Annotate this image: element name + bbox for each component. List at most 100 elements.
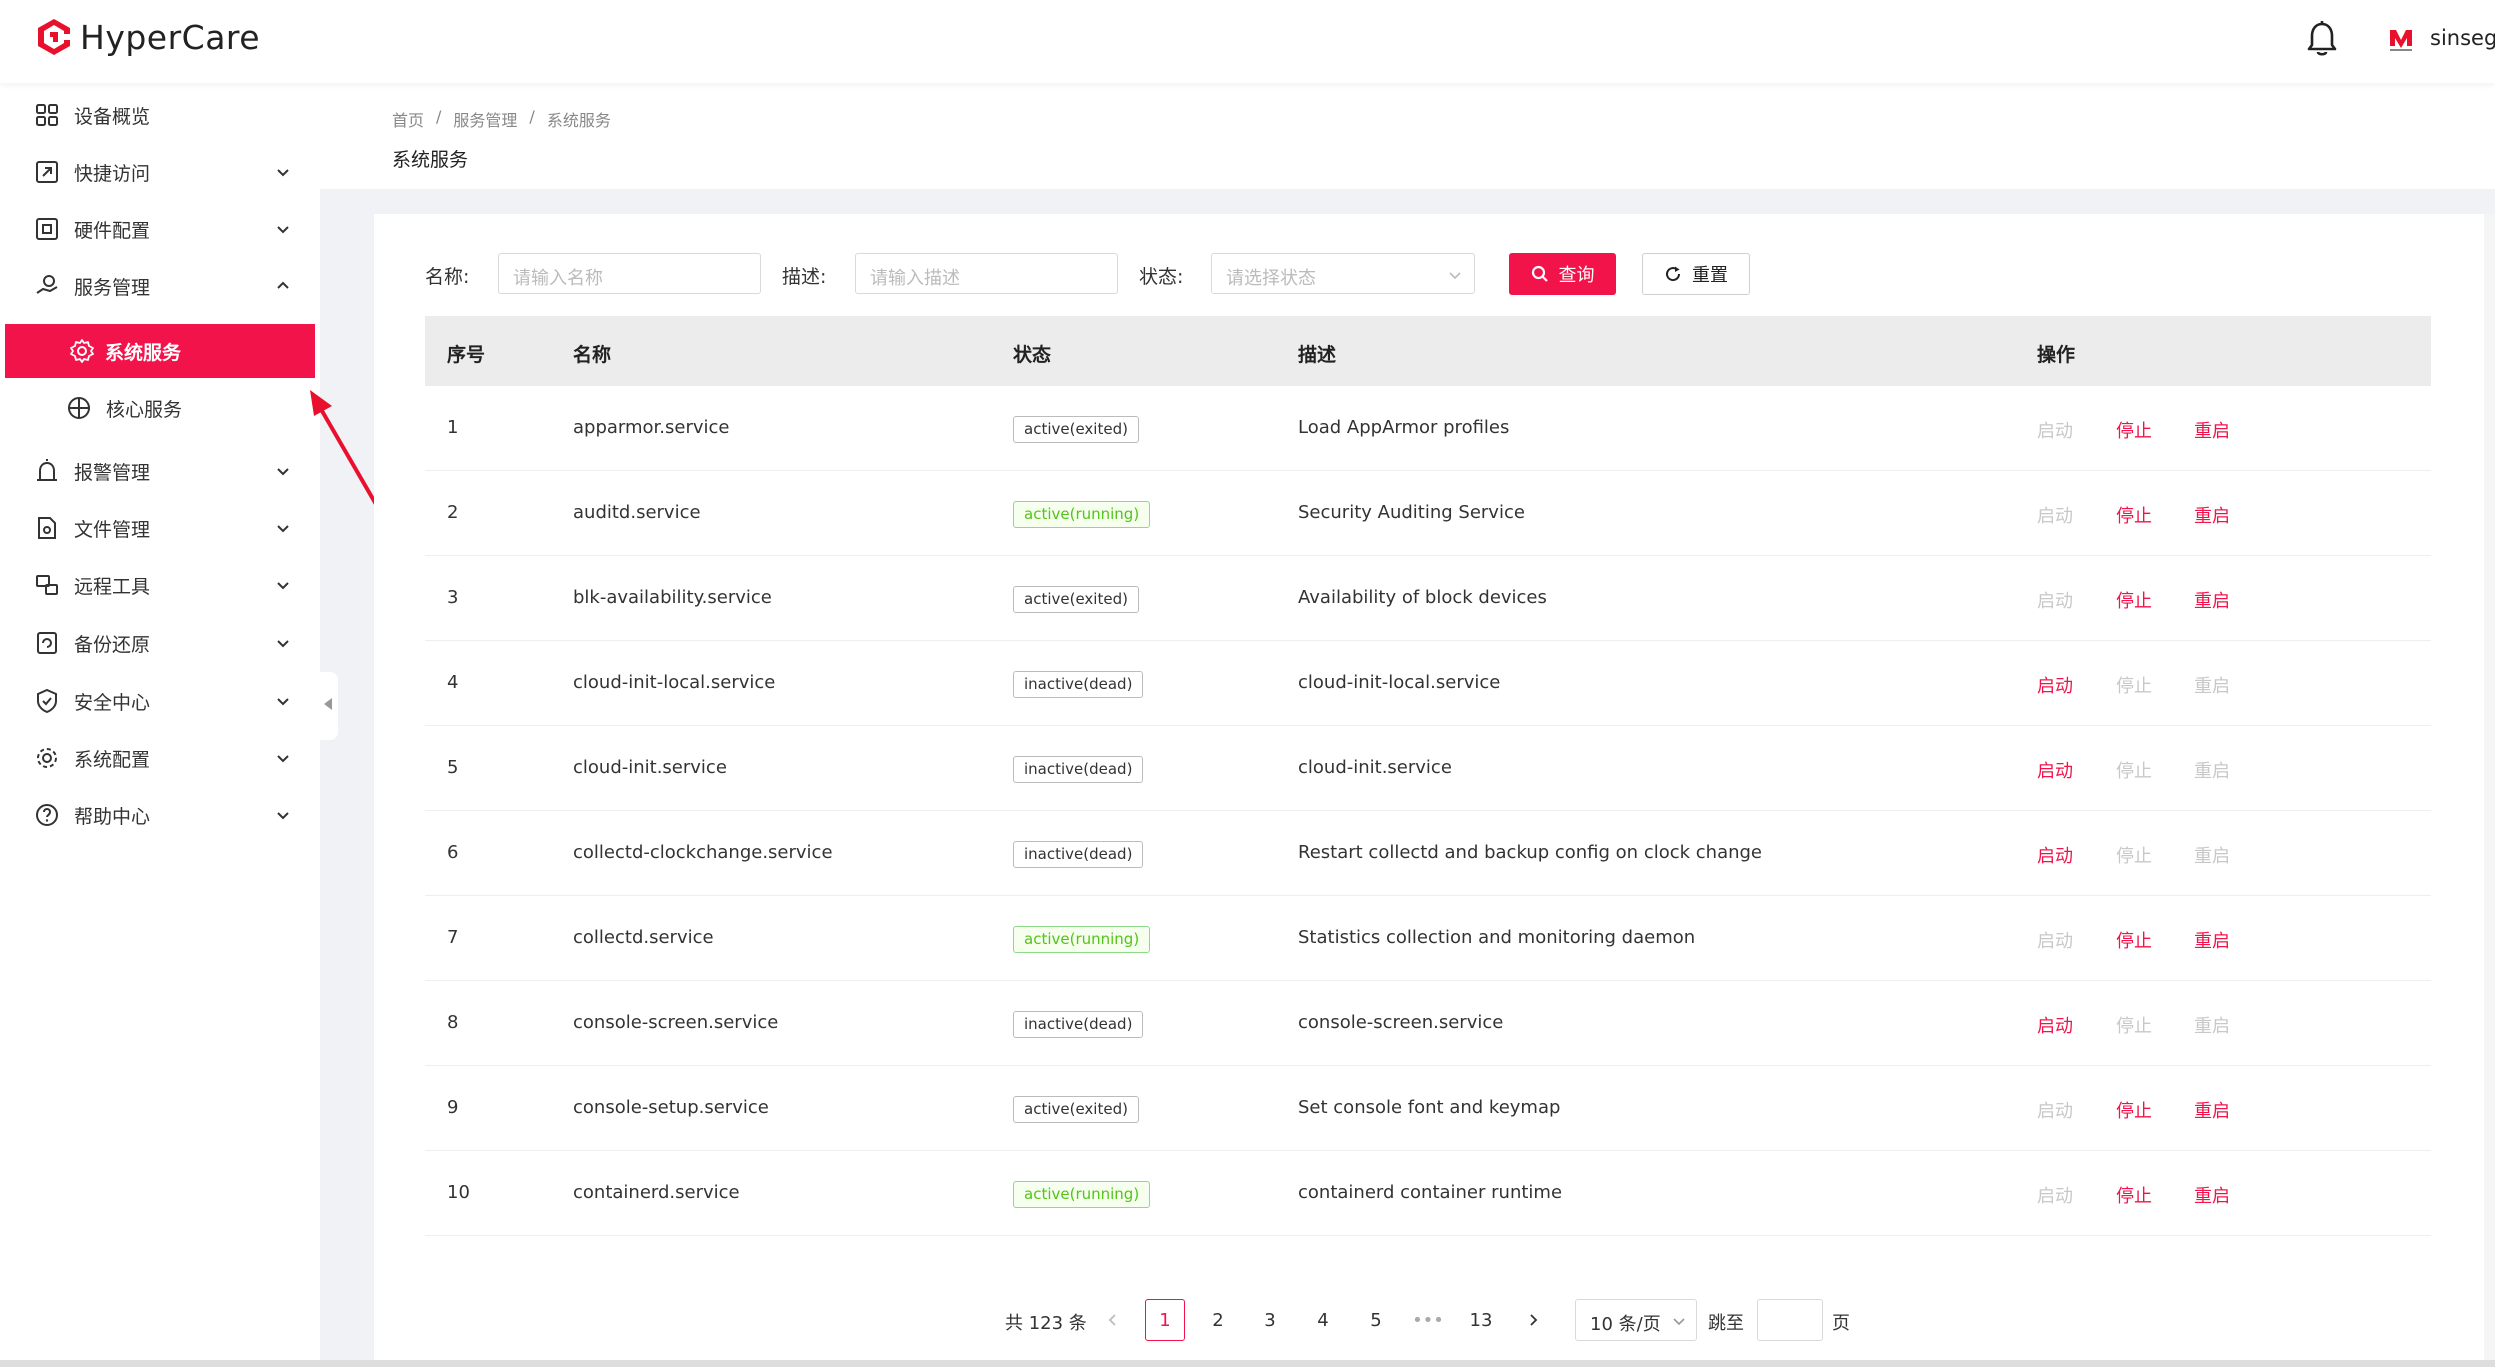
- user-name[interactable]: sinsegye: [2430, 26, 2495, 50]
- sidebar-item-alarm-management[interactable]: 报警管理: [0, 446, 320, 496]
- sidebar-item-remote-tools[interactable]: 远程工具: [0, 560, 320, 610]
- sidebar-item-label: 安全中心: [74, 691, 151, 714]
- service-name: containerd.service: [573, 1182, 740, 1203]
- stop-action[interactable]: 停止: [2116, 1097, 2152, 1123]
- page-size-select[interactable]: 10 条/页: [1575, 1299, 1697, 1341]
- sidebar-item-hardware-config[interactable]: 硬件配置: [0, 204, 320, 254]
- sidebar-item-help-center[interactable]: 帮助中心: [0, 790, 320, 840]
- restart-action[interactable]: 重启: [2194, 1097, 2230, 1123]
- start-action[interactable]: 启动: [2037, 502, 2073, 528]
- sidebar-item-backup-restore[interactable]: 备份还原: [0, 618, 320, 668]
- chevron-left-icon: [1108, 1314, 1116, 1326]
- stop-action[interactable]: 停止: [2116, 1182, 2152, 1208]
- column-header-no: 序号: [447, 344, 486, 366]
- prev-page-button[interactable]: [1093, 1299, 1133, 1341]
- start-action[interactable]: 启动: [2037, 417, 2073, 443]
- stop-action[interactable]: 停止: [2116, 502, 2152, 528]
- breadcrumb-current: 系统服务: [546, 111, 611, 130]
- sidebar-collapse-handle[interactable]: [320, 672, 338, 740]
- restart-action[interactable]: 重启: [2194, 1182, 2230, 1208]
- column-header-description: 描述: [1298, 344, 1337, 366]
- start-action[interactable]: 启动: [2037, 842, 2073, 868]
- restart-action[interactable]: 重启: [2194, 587, 2230, 613]
- service-name: collectd.service: [573, 927, 714, 948]
- stop-action[interactable]: 停止: [2116, 587, 2152, 613]
- top-bar: HyperCare sinsegye: [0, 0, 2495, 83]
- sidebar-item-system-services[interactable]: 系统服务: [5, 324, 315, 378]
- sidebar-item-system-config[interactable]: 系统配置: [0, 733, 320, 783]
- status-badge: inactive(dead): [1013, 671, 1144, 698]
- restart-action[interactable]: 重启: [2194, 842, 2230, 868]
- table-row: 7 collectd.service active(running) Statisti…: [425, 896, 2431, 981]
- restart-action[interactable]: 重启: [2194, 672, 2230, 698]
- reset-button-label: 重置: [1692, 265, 1728, 286]
- sidebar-item-quick-access[interactable]: 快捷访问: [0, 147, 320, 197]
- row-number: 1: [447, 417, 459, 438]
- start-action[interactable]: 启动: [2037, 1012, 2073, 1038]
- sidebar: 设备概览 快捷访问 硬件配置 服务管理 系统服务 核心服务 报警管理 文件管理 …: [0, 83, 320, 1367]
- scrollbar[interactable]: [2484, 214, 2495, 1360]
- restart-action[interactable]: 重启: [2194, 757, 2230, 783]
- service-description: console-screen.service: [1298, 1012, 1504, 1033]
- stop-action[interactable]: 停止: [2116, 927, 2152, 953]
- sidebar-item-file-management[interactable]: 文件管理: [0, 503, 320, 553]
- breadcrumb-home[interactable]: 首页: [392, 107, 424, 131]
- stop-action[interactable]: 停止: [2116, 757, 2152, 783]
- column-header-status: 状态: [1013, 344, 1052, 366]
- service-name: collectd-clockchange.service: [573, 842, 833, 863]
- query-button-label: 查询: [1558, 265, 1595, 286]
- row-number: 4: [447, 672, 459, 693]
- restart-action[interactable]: 重启: [2194, 417, 2230, 443]
- gear-icon: [70, 339, 94, 363]
- page-button-1[interactable]: 1: [1145, 1299, 1185, 1341]
- restart-action[interactable]: 重启: [2194, 502, 2230, 528]
- start-action[interactable]: 启动: [2037, 1097, 2073, 1123]
- page-button-5[interactable]: 5: [1356, 1299, 1396, 1341]
- notification-bell-icon[interactable]: [2305, 20, 2339, 58]
- table-header: 序号 名称 状态 描述 操作: [425, 316, 2431, 386]
- page-button-4[interactable]: 4: [1303, 1299, 1343, 1341]
- page-button-2[interactable]: 2: [1198, 1299, 1238, 1341]
- start-action[interactable]: 启动: [2037, 757, 2073, 783]
- page-header: 首页 / 服务管理 / 系统服务 系统服务: [320, 83, 2495, 189]
- table-row: 10 containerd.service active(running) conta…: [425, 1151, 2431, 1236]
- start-action[interactable]: 启动: [2037, 1182, 2073, 1208]
- sidebar-item-label: 帮助中心: [74, 805, 151, 828]
- restart-action[interactable]: 重启: [2194, 927, 2230, 953]
- start-action[interactable]: 启动: [2037, 672, 2073, 698]
- stop-action[interactable]: 停止: [2116, 1012, 2152, 1038]
- sidebar-item-security-center[interactable]: 安全中心: [0, 676, 320, 726]
- page-button-3[interactable]: 3: [1250, 1299, 1290, 1341]
- breadcrumb-service-management[interactable]: 服务管理: [453, 107, 517, 131]
- sidebar-item-device-overview[interactable]: 设备概览: [0, 90, 320, 140]
- chevron-down-icon: [277, 755, 289, 763]
- chevron-right-icon: [1530, 1314, 1538, 1326]
- page-button-13[interactable]: 13: [1461, 1299, 1501, 1341]
- stop-action[interactable]: 停止: [2116, 417, 2152, 443]
- service-description: cloud-init.service: [1298, 757, 1452, 778]
- service-description: Restart collectd and backup config on cl…: [1298, 842, 1763, 863]
- status-filter-select[interactable]: 请选择状态: [1211, 253, 1475, 294]
- stop-action[interactable]: 停止: [2116, 842, 2152, 868]
- file-gear-icon: [38, 517, 56, 539]
- page-ellipsis[interactable]: •••: [1408, 1299, 1448, 1341]
- sidebar-item-core-services[interactable]: 核心服务: [0, 383, 320, 433]
- next-page-button[interactable]: [1513, 1299, 1553, 1341]
- sidebar-item-label: 文件管理: [74, 518, 151, 541]
- start-action[interactable]: 启动: [2037, 927, 2073, 953]
- sidebar-item-service-management[interactable]: 服务管理: [0, 261, 320, 311]
- status-badge: active(exited): [1013, 586, 1139, 613]
- status-filter-placeholder: 请选择状态: [1226, 268, 1316, 289]
- query-button[interactable]: 查询: [1509, 253, 1616, 295]
- chevron-down-icon: [277, 640, 289, 648]
- name-filter-input[interactable]: 请输入名称: [498, 253, 761, 294]
- desc-filter-input[interactable]: 请输入描述: [855, 253, 1118, 294]
- restart-action[interactable]: 重启: [2194, 1012, 2230, 1038]
- start-action[interactable]: 启动: [2037, 587, 2073, 613]
- reset-button[interactable]: 重置: [1642, 253, 1750, 295]
- stop-action[interactable]: 停止: [2116, 672, 2152, 698]
- app-logo[interactable]: HyperCare: [36, 17, 260, 57]
- app-name: HyperCare: [80, 17, 261, 57]
- user-avatar-icon[interactable]: [2388, 26, 2414, 54]
- jump-page-input[interactable]: [1757, 1299, 1823, 1341]
